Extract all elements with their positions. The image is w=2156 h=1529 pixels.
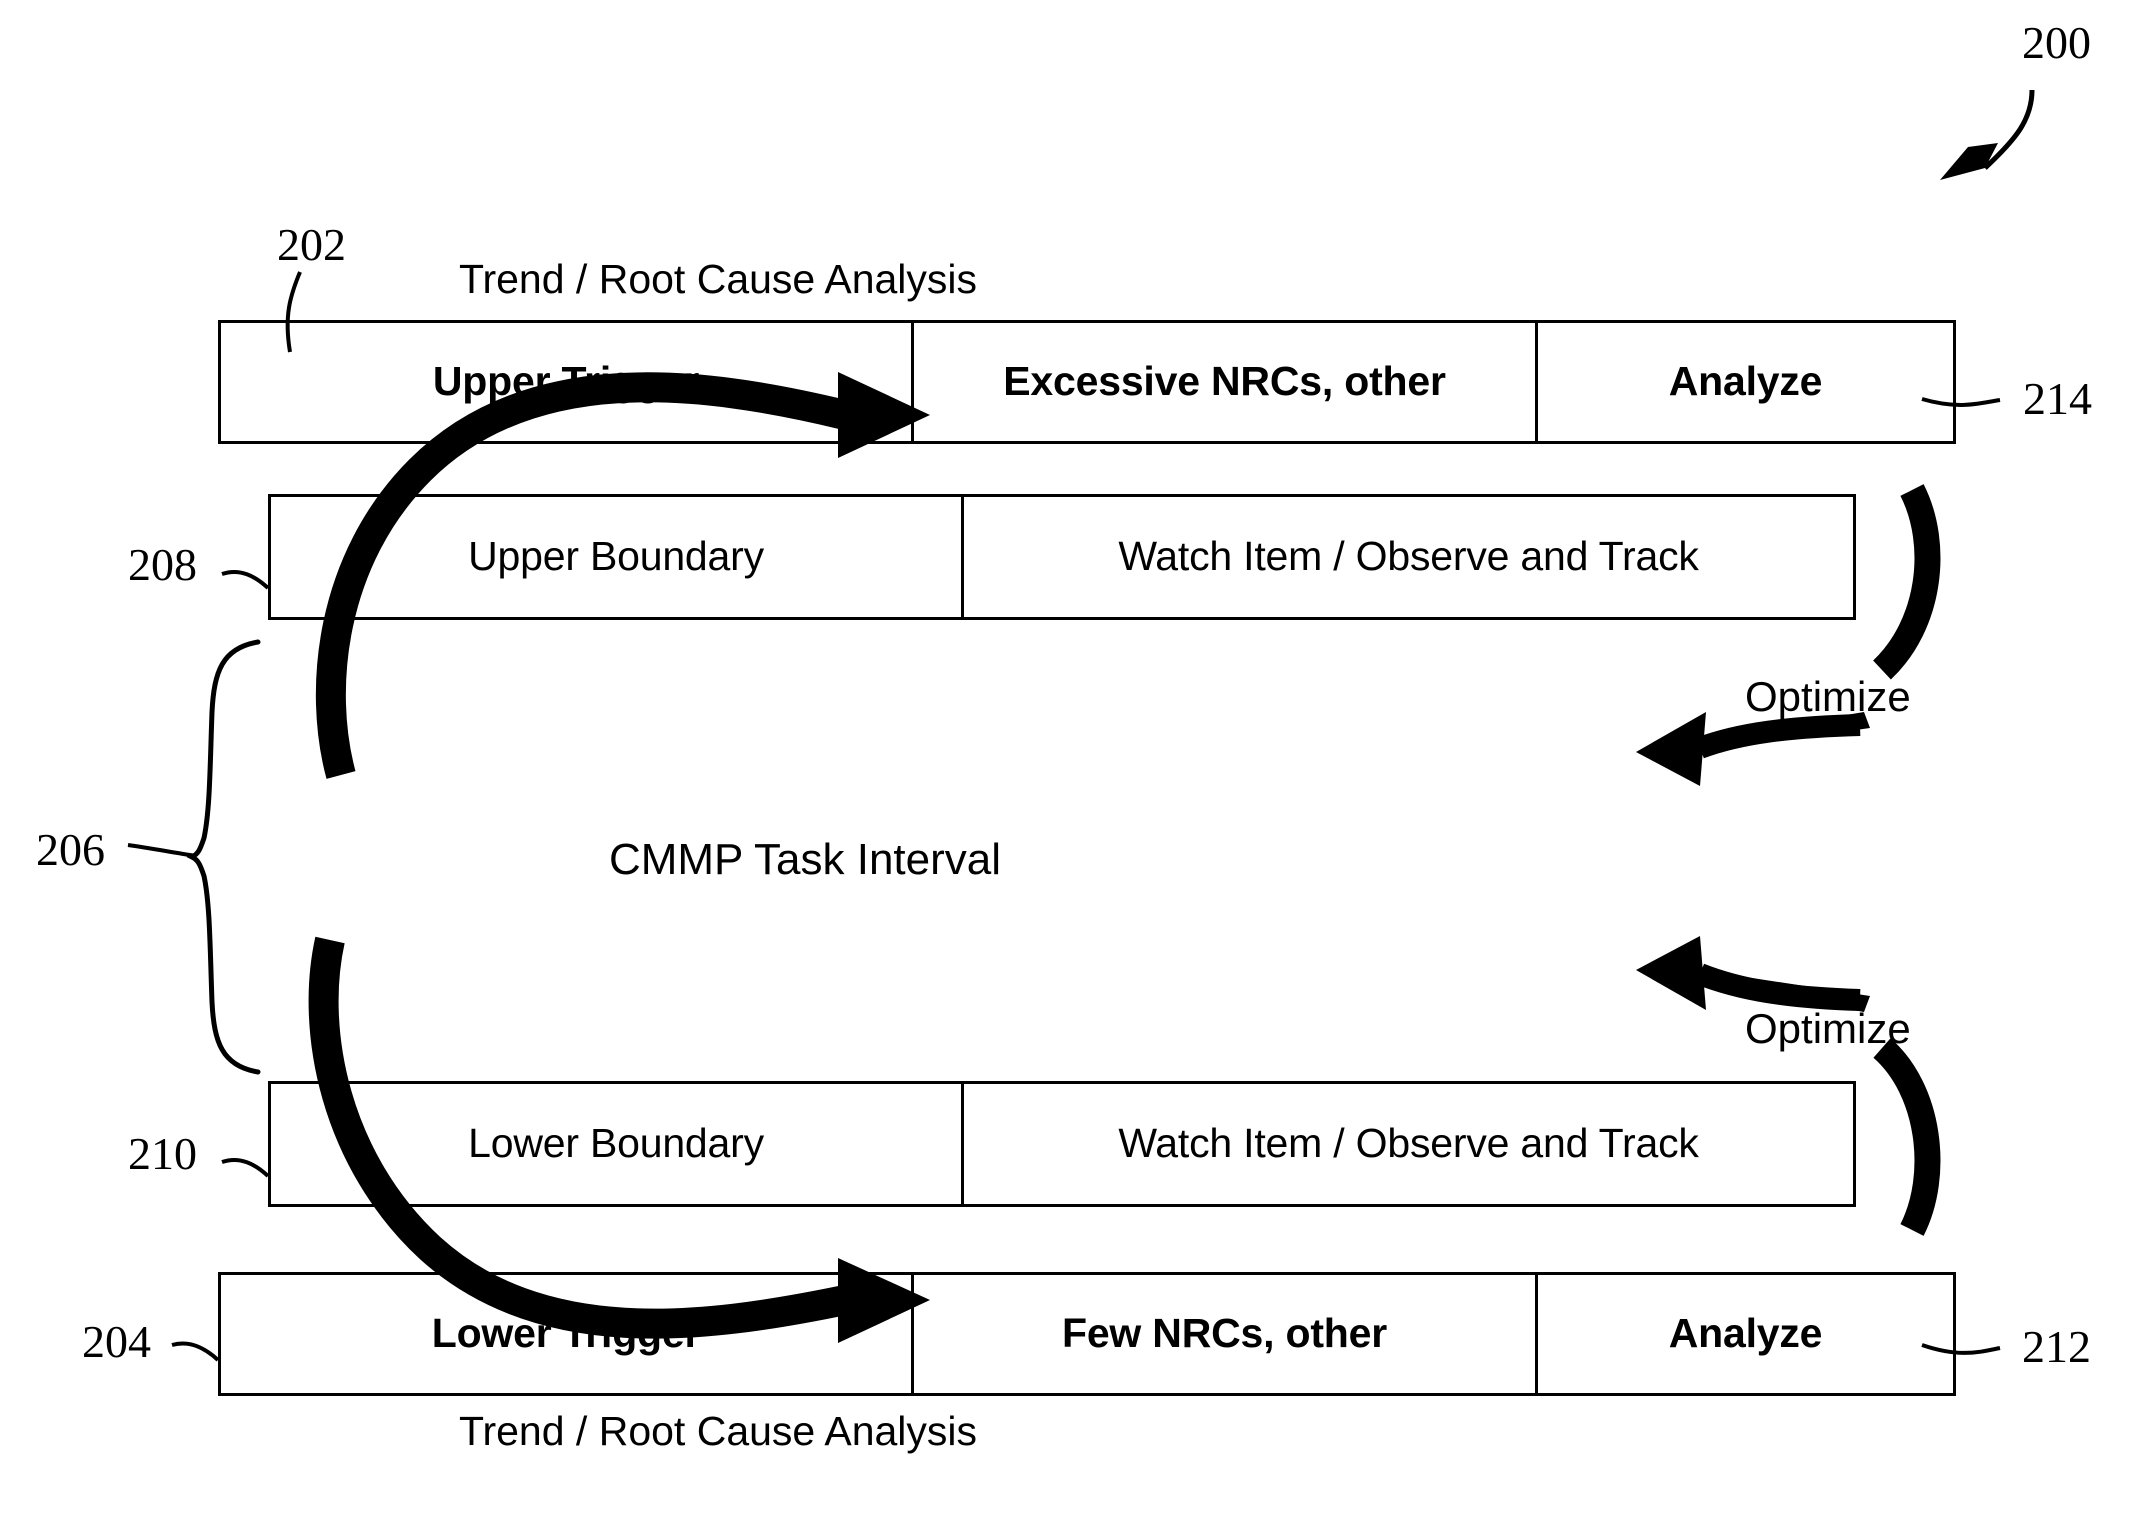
figure-canvas: Upper Trigger Excessive NRCs, other Anal… <box>0 0 2156 1529</box>
figure-200-leader <box>1940 89 2035 180</box>
vector-overlay <box>127 89 2035 1362</box>
optimize-upper-arrow <box>1636 484 1941 786</box>
refnum-210-leader <box>221 1157 270 1178</box>
lower-flow-arrow <box>308 936 930 1343</box>
refnum-204-leader <box>171 1341 220 1362</box>
upper-flow-arrow <box>315 372 930 779</box>
brace-206 <box>186 639 261 1075</box>
refnum-208-leader <box>221 569 270 590</box>
refnum-212-leader <box>1921 1343 2001 1355</box>
refnum-206-leader <box>127 843 197 858</box>
optimize-lower-arrow <box>1636 936 1941 1236</box>
refnum-202-leader <box>285 271 302 353</box>
refnum-214-leader <box>1921 397 2001 407</box>
